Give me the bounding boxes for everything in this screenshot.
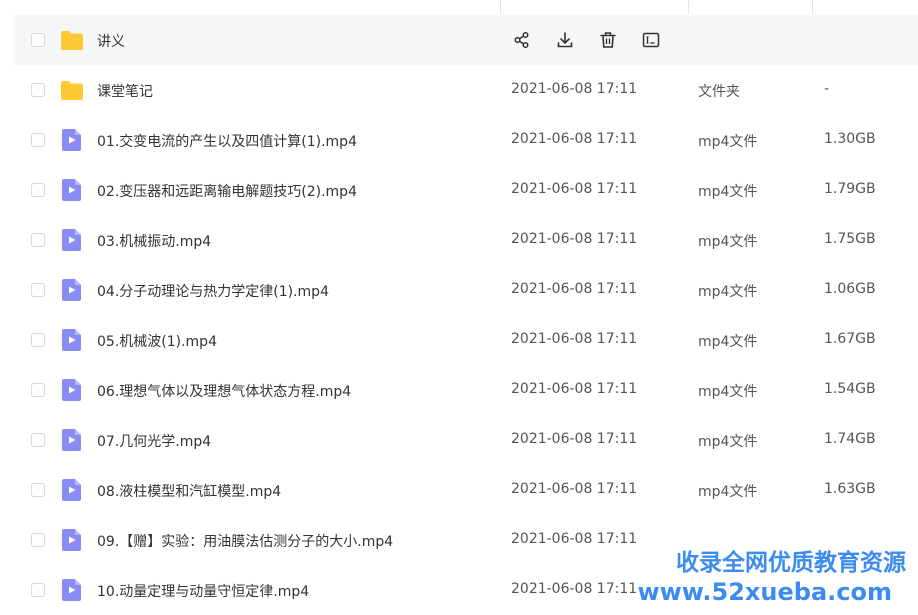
file-type: mp4文件	[698, 434, 758, 450]
file-modified-time: 2021-06-08 17:11	[511, 531, 638, 547]
file-size: 1.30GB	[824, 131, 876, 147]
row-checkbox[interactable]	[31, 133, 45, 147]
file-size: 1.63GB	[824, 481, 876, 497]
file-modified-time: 2021-06-08 17:11	[511, 481, 638, 497]
file-name[interactable]: 02.变压器和远距离输电解题技巧(2).mp4	[97, 181, 357, 201]
file-name[interactable]: 09.【赠】实验：用油膜法估测分子的大小.mp4	[97, 531, 393, 551]
file-name[interactable]: 03.机械振动.mp4	[97, 231, 211, 251]
file-row[interactable]: 07.几何光学.mp4 2021-06-08 17:11 mp4文件 1.74GB	[14, 415, 918, 465]
file-modified-time: 2021-06-08 17:11	[511, 381, 638, 397]
folder-icon	[60, 29, 84, 51]
file-name[interactable]: 06.理想气体以及理想气体状态方程.mp4	[97, 381, 351, 401]
file-size: 1.79GB	[824, 181, 876, 197]
row-checkbox[interactable]	[31, 33, 45, 47]
file-name[interactable]: 04.分子动理论与热力学定律(1).mp4	[97, 281, 329, 301]
file-size: 1.74GB	[824, 431, 876, 447]
video-file-icon	[60, 279, 84, 301]
file-modified-time: 2021-06-08 17:11	[511, 231, 638, 247]
file-name[interactable]: 课堂笔记	[97, 81, 153, 101]
file-size: 1.75GB	[824, 231, 876, 247]
folder-icon	[60, 79, 84, 101]
watermark-slogan: 收录全网优质教育资源	[676, 550, 906, 576]
row-checkbox[interactable]	[31, 333, 45, 347]
video-file-icon	[60, 529, 84, 551]
file-modified-time: 2021-06-08 17:11	[511, 81, 638, 97]
file-name[interactable]: 10.动量定理与动量守恒定律.mp4	[97, 581, 309, 601]
file-modified-time: 2021-06-08 17:11	[511, 181, 638, 197]
file-type: mp4文件	[698, 384, 758, 400]
column-header	[0, 0, 918, 14]
file-row[interactable]: 08.液柱模型和汽缸模型.mp4 2021-06-08 17:11 mp4文件 1.6…	[14, 465, 918, 515]
delete-icon[interactable]	[598, 30, 618, 50]
share-icon[interactable]	[512, 30, 532, 50]
video-file-icon	[60, 229, 84, 251]
row-checkbox[interactable]	[31, 283, 45, 297]
file-size: 1.54GB	[824, 381, 876, 397]
file-type: mp4文件	[698, 334, 758, 350]
file-type: mp4文件	[698, 134, 758, 150]
file-row[interactable]: 02.变压器和远距离输电解题技巧(2).mp4 2021-06-08 17:11 m…	[14, 165, 918, 215]
file-type: mp4文件	[698, 234, 758, 250]
video-file-icon	[60, 379, 84, 401]
file-size: 1.06GB	[824, 281, 876, 297]
file-row[interactable]: 06.理想气体以及理想气体状态方程.mp4 2021-06-08 17:11 mp4…	[14, 365, 918, 415]
file-name[interactable]: 01.交变电流的产生以及四值计算(1).mp4	[97, 131, 357, 151]
video-file-icon	[60, 129, 84, 151]
file-name[interactable]: 07.几何光学.mp4	[97, 431, 211, 451]
file-row[interactable]: 课堂笔记 2021-06-08 17:11 文件夹 -	[14, 65, 918, 115]
download-icon[interactable]	[555, 30, 575, 50]
file-modified-time: 2021-06-08 17:11	[511, 431, 638, 447]
file-row[interactable]: 讲义	[14, 15, 918, 65]
row-checkbox[interactable]	[31, 383, 45, 397]
file-type: mp4文件	[698, 484, 758, 500]
column-divider	[688, 0, 689, 14]
column-divider	[500, 0, 501, 14]
video-file-icon	[60, 329, 84, 351]
column-divider	[812, 0, 813, 14]
row-checkbox[interactable]	[31, 533, 45, 547]
row-checkbox[interactable]	[31, 183, 45, 197]
file-row[interactable]: 03.机械振动.mp4 2021-06-08 17:11 mp4文件 1.75GB	[14, 215, 918, 265]
file-row[interactable]: 01.交变电流的产生以及四值计算(1).mp4 2021-06-08 17:11 m…	[14, 115, 918, 165]
file-size: 1.67GB	[824, 331, 876, 347]
row-checkbox[interactable]	[31, 233, 45, 247]
file-size: -	[824, 81, 830, 97]
video-file-icon	[60, 579, 84, 601]
rename-icon[interactable]	[641, 30, 661, 50]
row-checkbox[interactable]	[31, 433, 45, 447]
video-file-icon	[60, 479, 84, 501]
video-file-icon	[60, 179, 84, 201]
file-modified-time: 2021-06-08 17:11	[511, 331, 638, 347]
file-modified-time: 2021-06-08 17:11	[511, 131, 638, 147]
file-modified-time: 2021-06-08 17:11	[511, 281, 638, 297]
file-modified-time: 2021-06-08 17:11	[511, 581, 638, 597]
watermark-url: www.52xueba.com	[637, 578, 892, 606]
file-row[interactable]: 04.分子动理论与热力学定律(1).mp4 2021-06-08 17:11 mp4…	[14, 265, 918, 315]
row-checkbox[interactable]	[31, 583, 45, 597]
file-row[interactable]: 05.机械波(1).mp4 2021-06-08 17:11 mp4文件 1.67GB	[14, 315, 918, 365]
file-type: 文件夹	[698, 84, 740, 100]
file-name[interactable]: 05.机械波(1).mp4	[97, 331, 217, 351]
row-checkbox[interactable]	[31, 483, 45, 497]
file-name[interactable]: 08.液柱模型和汽缸模型.mp4	[97, 481, 281, 501]
row-checkbox[interactable]	[31, 83, 45, 97]
file-type: mp4文件	[698, 284, 758, 300]
file-type: mp4文件	[698, 184, 758, 200]
video-file-icon	[60, 429, 84, 451]
file-name[interactable]: 讲义	[97, 31, 125, 51]
